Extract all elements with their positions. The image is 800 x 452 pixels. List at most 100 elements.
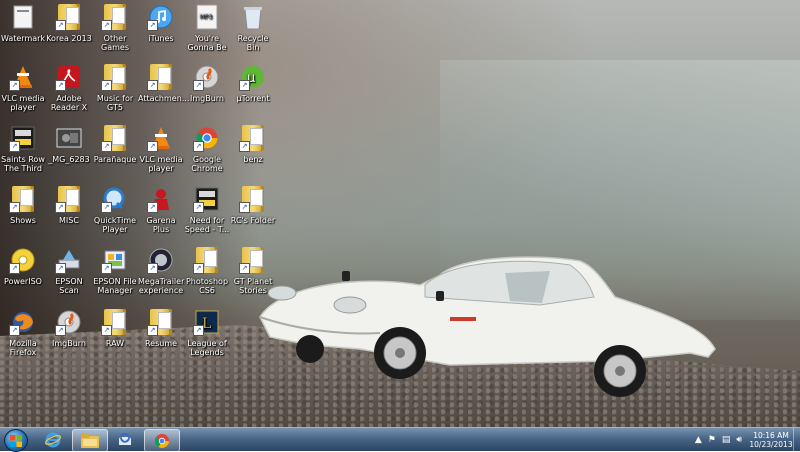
shortcut-arrow-icon: ↗ [55,80,66,91]
desktop-icon[interactable]: ↗ Korea 2013 [46,3,92,43]
network-icon[interactable]: ▤ [722,435,731,445]
desktop-icon[interactable]: ↗ MegaTrailer experience [138,246,184,295]
desktop-icon[interactable]: ↗ Google Chrome [184,124,230,173]
desktop-icon[interactable]: ↗ ImgBurn [46,308,92,348]
shortcut-arrow-icon: ↗ [147,202,158,213]
shortcut-arrow-icon: ↗ [193,263,204,274]
desktop-icon[interactable]: ↗ Shows [0,185,46,225]
desktop-icon[interactable]: ↗ MISC [46,185,92,225]
windows-start-icon [10,434,22,447]
epson-scan-icon: ↗ [55,246,83,274]
desktop-icon[interactable]: ↗ iTunes [138,3,184,43]
chrome-icon: ↗ [193,124,221,152]
desktop-icon-label: RC's Folder [230,216,276,225]
quicktime-icon: ↗ [101,185,129,213]
folder-icon: ↗ [239,246,267,274]
shortcut-arrow-icon: ↗ [101,80,112,91]
desktop-icon-label: VLC media player [1,94,45,112]
taskbar-thunderbird[interactable] [108,429,142,450]
desktop-icon-label: PowerISO [4,277,42,286]
desktop-icon[interactable]: ↗ PowerISO [0,246,46,286]
start-button[interactable] [4,429,28,452]
desktop-icon-label: EPSON Scan [55,277,83,295]
internet-explorer-icon [45,432,61,447]
desktop-icon[interactable]: ↗ VLC media player [138,124,184,173]
desktop-icon-label: Recycle Bin [237,34,269,52]
desktop-icon-label: Garena Plus [146,216,176,234]
desktop-icon[interactable]: MP3 You're Gonna Be [184,3,230,52]
desktop-icon[interactable]: ↗ ImgBurn [184,63,230,103]
folder-icon: ↗ [147,63,175,91]
desktop-icon[interactable]: ↗ QuickTime Player [92,185,138,234]
taskbar-internet-explorer[interactable] [36,429,70,450]
watermark-icon [9,3,37,31]
folder-icon: ↗ [101,3,129,31]
desktop-icon[interactable]: ↗ Resume [138,308,184,348]
imgburn-icon: ↗ [193,63,221,91]
show-hidden-icons-icon[interactable]: ▲ [695,435,702,445]
desktop-icon[interactable]: ↗ Photoshop CS6 [184,246,230,295]
windows-explorer-icon [81,433,99,448]
desktop-icon[interactable]: ↗ Parañaque [92,124,138,164]
desktop-icon-label: League of Legends [187,339,227,357]
desktop-icon-label: benz [243,155,263,164]
desktop-icon[interactable]: L ↗ League of Legends [184,308,230,357]
speaker-icon[interactable]: 🔊︎ [736,435,742,445]
desktop-icon[interactable]: ↗ Saints Row The Third [0,124,46,173]
desktop-icon[interactable]: Watermark [0,3,46,43]
desktop-icon-label: MISC [59,216,79,225]
system-tray: ▲ ⚑ ▤ 🔊︎ 10:16 AM 10/23/2013 [695,428,794,451]
desktop-icon[interactable]: ↗ Garena Plus [138,185,184,234]
shortcut-arrow-icon: ↗ [101,141,112,152]
shortcut-arrow-icon: ↗ [193,202,204,213]
shortcut-arrow-icon: ↗ [9,80,20,91]
desktop-icon-label: Other Games [101,34,129,52]
desktop-icon[interactable]: ↗ GT Planet Stories [230,246,276,295]
shortcut-arrow-icon: ↗ [101,202,112,213]
desktop-icon-label: Photoshop CS6 [185,277,229,295]
taskbar-windows-explorer[interactable] [72,429,108,452]
shortcut-arrow-icon: ↗ [239,263,250,274]
desktop-icon[interactable]: ↗ Adobe Reader X [46,63,92,112]
desktop-icon[interactable]: ↗ Music for GT5 [92,63,138,112]
desktop-icon[interactable]: Recycle Bin [230,3,276,52]
desktop-icon[interactable]: ↗ EPSON File Manager [92,246,138,295]
shortcut-arrow-icon: ↗ [147,325,158,336]
shortcut-arrow-icon: ↗ [193,141,204,152]
vlc-icon: ↗ [9,63,37,91]
folder-icon: ↗ [147,308,175,336]
shortcut-arrow-icon: ↗ [9,325,20,336]
desktop-icon-label: ImgBurn [51,339,86,348]
taskbar-chrome[interactable] [144,429,180,452]
desktop-icon[interactable]: ↗ RAW [92,308,138,348]
clock-date: 10/23/2013 [749,439,793,449]
desktop-icon[interactable]: ↗ benz [230,124,276,164]
desktop-icon[interactable]: _MG_6283 [46,124,92,164]
shortcut-arrow-icon: ↗ [239,80,250,91]
desktop-icon[interactable]: ↗ Attachmen... [138,63,189,103]
desktop-icon[interactable]: ↗ VLC media player [0,63,46,112]
desktop-icon[interactable]: ↗ Need for Speed - T... [184,185,230,234]
desktop-icon[interactable]: ↗ RC's Folder [230,185,276,225]
folder-icon: ↗ [101,308,129,336]
desktop-icon-label: Mozilla Firefox [9,339,37,357]
show-desktop-button[interactable] [793,428,800,451]
desktop-icon-label: QuickTime Player [93,216,137,234]
desktop-icon-label: Music for GT5 [96,94,134,112]
desktop-icon[interactable]: ↗ Mozilla Firefox [0,308,46,357]
action-center-icon[interactable]: ⚑ [708,435,716,445]
wallpaper-car [259,256,716,397]
desktop-icon-label: VLC media player [139,155,183,173]
shortcut-arrow-icon: ↗ [193,80,204,91]
desktop-icon-label: Google Chrome [191,155,223,173]
clock[interactable]: 10:16 AM 10/23/2013 [748,431,794,449]
desktop-icon[interactable]: µ ↗ µTorrent [230,63,276,103]
shortcut-arrow-icon: ↗ [101,20,112,31]
desktop-icon-label: Parañaque [93,155,137,164]
desktop-icon-label: Shows [10,216,36,225]
desktop-icon[interactable]: ↗ EPSON Scan [46,246,92,295]
shortcut-arrow-icon: ↗ [101,325,112,336]
league-of-legends-icon: L ↗ [193,308,221,336]
desktop-icon[interactable]: ↗ Other Games [92,3,138,52]
folder-icon: ↗ [101,63,129,91]
